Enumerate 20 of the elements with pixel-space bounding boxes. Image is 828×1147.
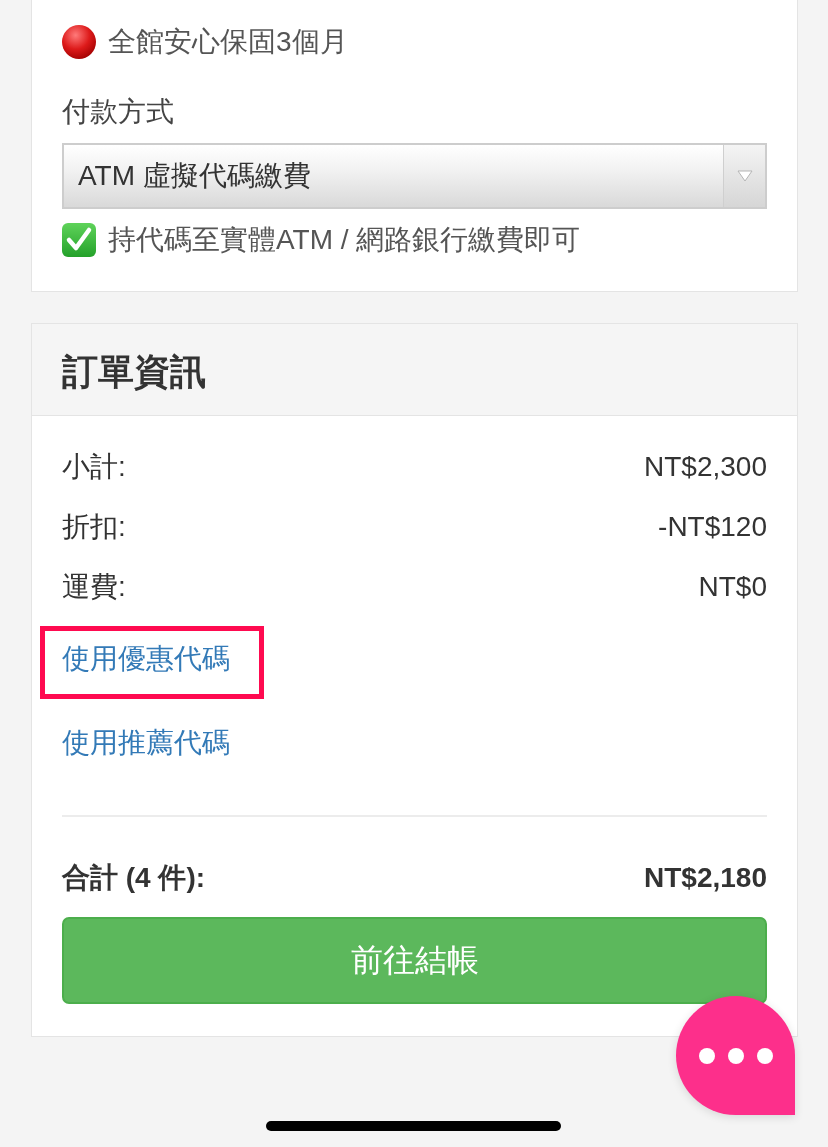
ellipsis-icon — [698, 1047, 773, 1064]
promo-code-link[interactable]: 使用推薦代碼 — [62, 723, 230, 763]
circle-icon — [62, 25, 96, 59]
summary-label: 運費: — [62, 570, 126, 604]
summary-amount: NT$0 — [698, 570, 767, 604]
payment-select[interactable]: ATM 虛擬代碼繳費 — [62, 143, 767, 209]
check-mark-icon — [62, 223, 96, 257]
summary-amount: -NT$120 — [658, 510, 767, 544]
promo-code-link[interactable]: 使用優惠代碼 — [62, 639, 230, 679]
hint-text: 持代碼至實體ATM / 網路銀行繳費即可 — [108, 223, 581, 257]
total-amount: NT$2,180 — [644, 861, 767, 895]
caret-icon — [736, 170, 753, 182]
summary-label: 折扣: — [62, 510, 126, 544]
section-title: 訂單資訊 — [62, 352, 207, 392]
total-label: 合計 (4 件): — [62, 861, 206, 895]
field-label: 付款方式 — [62, 95, 175, 129]
summary-label: 小計: — [62, 450, 126, 484]
notice-text: 全館安心保固3個月 — [108, 25, 348, 59]
summary-amount: NT$2,300 — [644, 450, 767, 484]
checkout-button[interactable]: 前往結帳 — [62, 917, 767, 1004]
